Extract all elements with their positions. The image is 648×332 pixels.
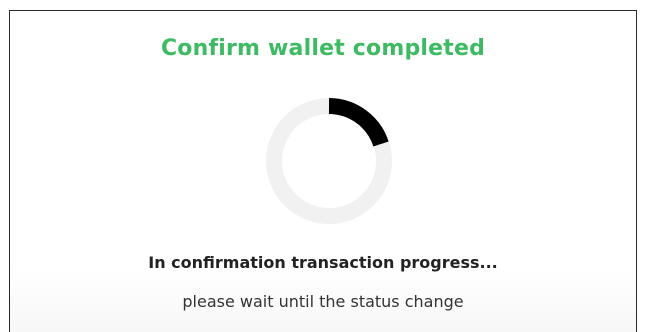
dialog-title: Confirm wallet completed xyxy=(160,36,486,61)
status-hint: please wait until the status change xyxy=(182,292,464,311)
loading-spinner-icon xyxy=(266,98,392,224)
spinner-arc xyxy=(328,98,389,147)
status-message: In confirmation transaction progress... xyxy=(148,253,498,272)
confirm-wallet-dialog: Confirm wallet completed In confirmation… xyxy=(9,10,637,332)
